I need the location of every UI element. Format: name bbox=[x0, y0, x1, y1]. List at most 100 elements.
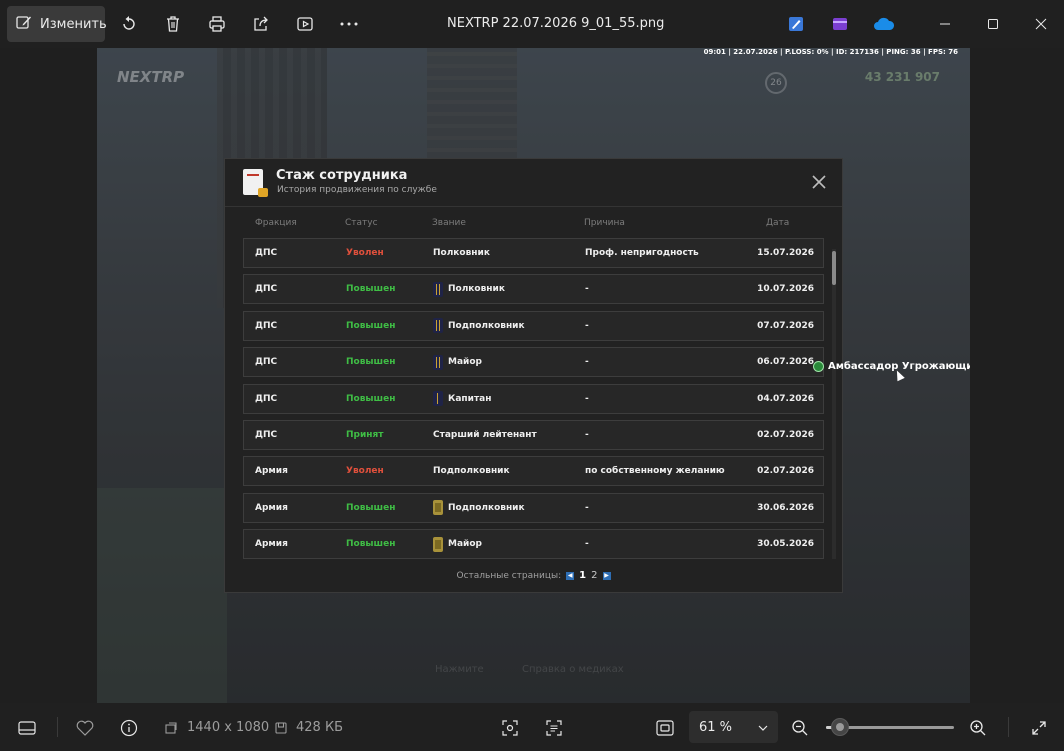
share-icon[interactable] bbox=[250, 13, 272, 35]
hud-hint-right: Справка о медиках bbox=[522, 664, 624, 675]
more-icon[interactable] bbox=[338, 13, 360, 35]
table-row: Армия Повышен Майор - 30.05.2026 bbox=[243, 529, 824, 560]
table-row: Армия Уволен Подполковник по собственному ж… bbox=[243, 456, 824, 487]
status-cell: Повышен bbox=[346, 357, 396, 368]
scrollbar-thumb[interactable] bbox=[832, 251, 836, 285]
chevron-down-icon bbox=[758, 720, 768, 735]
voice-chat-icon bbox=[813, 361, 824, 372]
file-name: NEXTRP 22.07.2026 9_01_55.png bbox=[447, 16, 665, 31]
faction-cell: Армия bbox=[255, 502, 288, 513]
column-header-date: Дата bbox=[766, 218, 790, 228]
page-2-link[interactable]: 2 bbox=[591, 570, 597, 581]
zoom-dropdown[interactable]: 61 % bbox=[689, 711, 778, 743]
text-recognition-icon[interactable] bbox=[545, 719, 563, 737]
zoom-out-icon[interactable] bbox=[791, 719, 809, 737]
status-cell: Повышен bbox=[346, 393, 396, 404]
file-size-icon bbox=[272, 719, 290, 737]
separator bbox=[1008, 717, 1009, 737]
reason-cell: - bbox=[585, 320, 589, 331]
rank-insignia-icon bbox=[433, 318, 443, 334]
rank-cell: Полковник bbox=[433, 275, 505, 303]
dialog-header: Стаж сотрудника История продвижения по с… bbox=[225, 159, 842, 207]
edit-label: Изменить bbox=[40, 16, 107, 32]
date-cell: 07.07.2026 bbox=[757, 320, 814, 331]
column-header-faction: Фракция bbox=[255, 218, 297, 228]
zoom-in-icon[interactable] bbox=[969, 719, 987, 737]
rank-insignia-icon bbox=[433, 391, 443, 407]
table-row: ДПС Повышен Капитан - 04.07.2026 bbox=[243, 383, 824, 414]
rank-label: Полковник bbox=[433, 248, 490, 258]
date-cell: 30.06.2026 bbox=[757, 502, 814, 513]
next-page-icon[interactable]: ▶ bbox=[602, 571, 611, 580]
title-bar: Изменить NEXTRP 22.07.2026 9_01_55.png bbox=[0, 0, 1064, 48]
status-cell: Повышен bbox=[346, 284, 396, 295]
hud-logo: NEXTRP bbox=[117, 68, 185, 86]
player-nametag: Амбассадор Угрожающий bbox=[813, 361, 970, 372]
scrollbar-track[interactable] bbox=[832, 249, 836, 559]
date-cell: 06.07.2026 bbox=[757, 357, 814, 368]
image-canvas[interactable]: 09:01 | 22.07.2026 | P.LOSS: 0% | ID: 21… bbox=[97, 48, 970, 703]
faction-cell: ДПС bbox=[255, 430, 278, 440]
rank-cell: Полковник bbox=[433, 239, 490, 267]
reason-cell: - bbox=[585, 539, 589, 550]
minimize-icon[interactable] bbox=[933, 12, 957, 36]
date-cell: 30.05.2026 bbox=[757, 539, 814, 550]
rank-label: Майор bbox=[448, 357, 482, 368]
rank-label: Подполковник bbox=[448, 320, 525, 331]
faction-cell: ДПС bbox=[255, 393, 278, 404]
page-1-link[interactable]: 1 bbox=[579, 570, 586, 581]
faction-cell: ДПС bbox=[255, 357, 278, 368]
document-icon bbox=[243, 169, 268, 197]
rank-label: Подполковник bbox=[448, 502, 525, 513]
rank-label: Капитан bbox=[448, 393, 492, 404]
rank-label: Полковник bbox=[448, 284, 505, 295]
delete-icon[interactable] bbox=[162, 13, 184, 35]
date-cell: 15.07.2026 bbox=[757, 248, 814, 258]
designer-icon[interactable] bbox=[785, 13, 807, 35]
pagination-label: Остальные страницы: bbox=[456, 570, 562, 581]
visual-search-icon[interactable] bbox=[501, 719, 519, 737]
status-cell: Принят bbox=[346, 430, 384, 440]
dialog-close-icon[interactable] bbox=[810, 173, 828, 191]
image-dimensions: 1440 x 1080 bbox=[187, 720, 270, 735]
rank-cell: Подполковник bbox=[433, 312, 525, 340]
rank-insignia-icon bbox=[433, 354, 443, 370]
separator bbox=[57, 717, 58, 737]
favorite-icon[interactable] bbox=[76, 719, 94, 737]
edit-button[interactable]: Изменить bbox=[7, 6, 107, 42]
rank-insignia-icon bbox=[433, 536, 443, 552]
reason-cell: - bbox=[585, 357, 589, 368]
rank-cell: Старший лейтенант bbox=[433, 421, 537, 449]
faction-cell: ДПС bbox=[255, 320, 278, 331]
onedrive-icon[interactable] bbox=[873, 13, 895, 35]
faction-cell: ДПС bbox=[255, 248, 278, 258]
rank-cell: Капитан bbox=[433, 385, 491, 413]
hud-level: 26 bbox=[765, 72, 787, 94]
maximize-icon[interactable] bbox=[981, 12, 1005, 36]
close-icon[interactable] bbox=[1029, 12, 1053, 36]
faction-cell: ДПС bbox=[255, 284, 278, 295]
fullscreen-icon[interactable] bbox=[1030, 719, 1048, 737]
rotate-icon[interactable] bbox=[118, 13, 140, 35]
reason-cell: - bbox=[585, 430, 589, 440]
file-size: 428 КБ bbox=[296, 720, 344, 735]
zoom-slider-thumb[interactable] bbox=[831, 718, 849, 736]
date-cell: 02.07.2026 bbox=[757, 466, 814, 477]
filmstrip-icon[interactable] bbox=[18, 719, 36, 737]
column-header-status: Статус bbox=[345, 218, 378, 228]
date-cell: 10.07.2026 bbox=[757, 284, 814, 295]
table-row: ДПС Принят Старший лейтенант - 02.07.2026 bbox=[243, 420, 824, 450]
faction-cell: Армия bbox=[255, 466, 288, 477]
print-icon[interactable] bbox=[206, 13, 228, 35]
clipchamp-icon[interactable] bbox=[829, 13, 851, 35]
prev-page-icon[interactable]: ◀ bbox=[566, 571, 575, 580]
table-row: Армия Повышен Подполковник - 30.06.2026 bbox=[243, 492, 824, 523]
slideshow-icon[interactable] bbox=[294, 13, 316, 35]
table-row: ДПС Повышен Майор - 06.07.2026 bbox=[243, 347, 824, 378]
fit-to-window-icon[interactable] bbox=[656, 719, 674, 737]
info-icon[interactable] bbox=[120, 719, 138, 737]
service-history-dialog: Стаж сотрудника История продвижения по с… bbox=[224, 158, 843, 593]
table-row: ДПС Повышен Полковник - 10.07.2026 bbox=[243, 274, 824, 305]
dialog-title: Стаж сотрудника bbox=[276, 168, 408, 183]
rank-cell: Подполковник bbox=[433, 457, 510, 485]
